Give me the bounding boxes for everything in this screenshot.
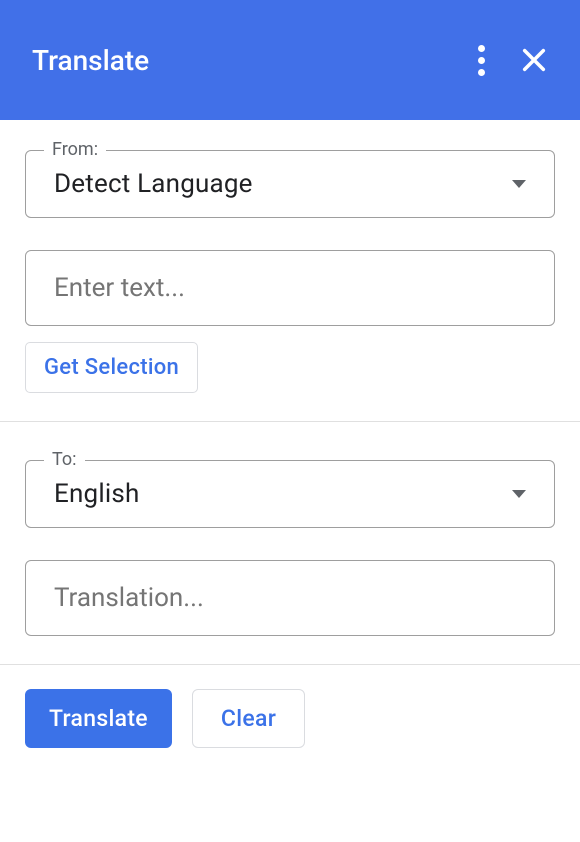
translation-output[interactable]	[54, 583, 526, 613]
from-section: From: Detect Language Get Selection	[0, 120, 580, 421]
close-icon[interactable]	[518, 44, 550, 76]
clear-button[interactable]: Clear	[192, 689, 305, 748]
chevron-down-icon	[512, 180, 526, 188]
from-language-select[interactable]: From: Detect Language	[25, 150, 555, 218]
chevron-down-icon	[512, 490, 526, 498]
to-language-select[interactable]: To: English	[25, 460, 555, 528]
source-text-box[interactable]	[25, 250, 555, 326]
header-icons	[473, 40, 550, 81]
to-label: To:	[44, 449, 85, 470]
source-text-input[interactable]	[54, 273, 526, 303]
page-title: Translate	[32, 44, 473, 77]
to-section: To: English	[0, 422, 580, 664]
more-vert-icon[interactable]	[473, 40, 490, 81]
translate-button[interactable]: Translate	[25, 689, 172, 748]
from-language-value: Detect Language	[54, 169, 253, 199]
from-label: From:	[44, 139, 106, 160]
app-header: Translate	[0, 0, 580, 120]
action-bar: Translate Clear	[0, 665, 580, 772]
to-language-value: English	[54, 479, 140, 509]
translation-box[interactable]	[25, 560, 555, 636]
get-selection-button[interactable]: Get Selection	[25, 342, 198, 393]
